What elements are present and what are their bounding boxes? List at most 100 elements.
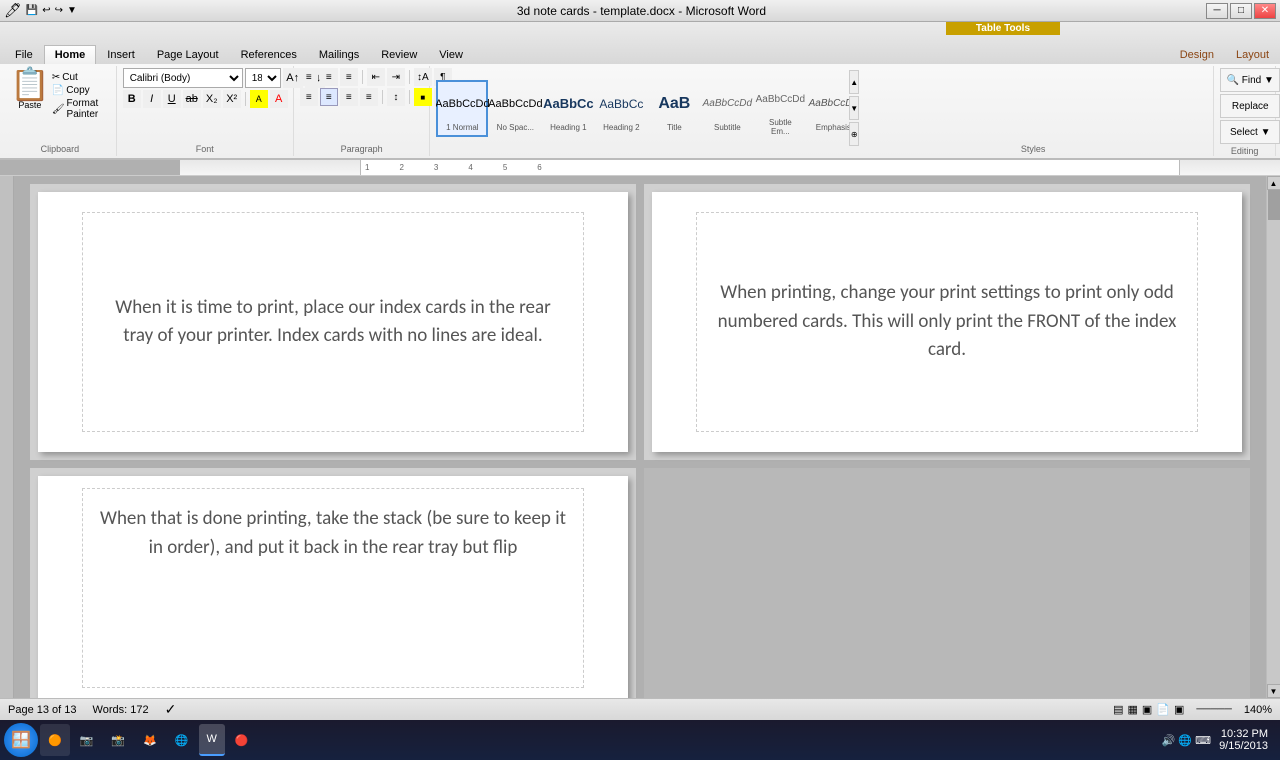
card-inner-2: When printing, change your print setting… bbox=[696, 212, 1198, 432]
view-full-screen[interactable]: ▦ bbox=[1128, 703, 1138, 716]
sort-button[interactable]: ↕A bbox=[414, 68, 432, 86]
text-highlight-button[interactable]: A bbox=[250, 90, 268, 108]
tab-insert[interactable]: Insert bbox=[96, 45, 146, 65]
replace-button[interactable]: Replace bbox=[1220, 94, 1280, 118]
view-web-layout[interactable]: ▣ bbox=[1142, 703, 1152, 716]
taskbar-photoshop[interactable]: 📸 bbox=[103, 724, 133, 756]
quick-access-redo[interactable]: ↪ bbox=[55, 5, 63, 16]
scroll-up-button[interactable]: ▲ bbox=[1267, 176, 1280, 190]
align-center[interactable]: ≡ bbox=[320, 88, 338, 106]
line-spacing[interactable]: ↕ bbox=[387, 88, 405, 106]
font-group: Calibri (Body) 18 A↑ A↓ B I U ab X₂ X² A… bbox=[117, 66, 294, 156]
ruler-scale: 123456 bbox=[360, 160, 1180, 175]
style-normal[interactable]: AaBbCcDd 1 Normal bbox=[436, 80, 488, 137]
taskbar-word[interactable]: W bbox=[199, 724, 225, 756]
styles-scroll-down[interactable]: ▼ bbox=[849, 96, 859, 120]
card-wrapper-2: When printing, change your print setting… bbox=[644, 184, 1250, 460]
taskbar-firefox[interactable]: 🦊 bbox=[135, 724, 165, 756]
font-color-button[interactable]: A bbox=[270, 90, 288, 108]
quick-access-save[interactable]: 💾 bbox=[26, 5, 38, 16]
scroll-down-button[interactable]: ▼ bbox=[1267, 684, 1280, 698]
paste-button[interactable]: 📋 Paste bbox=[10, 68, 50, 110]
status-bar: Page 13 of 13 Words: 172 ✓ ▤ ▦ ▣ 📄 ▣ ───… bbox=[0, 698, 1280, 720]
tab-references[interactable]: References bbox=[230, 45, 308, 65]
card-inner-1: When it is time to print, place our inde… bbox=[82, 212, 584, 432]
taskbar: 🪟 🟠 📷 📸 🦊 🌐 W 🔴 🔊 🌐 ⌨ 10:32 PM 9/15/2013 bbox=[0, 720, 1280, 760]
styles-group: AaBbCcDd 1 Normal AaBbCcDd No Spac... Aa… bbox=[430, 66, 1214, 156]
style-subtle-em[interactable]: AaBbCcDd Subtle Em... bbox=[754, 77, 806, 139]
format-painter-button[interactable]: 🖌 Format Painter bbox=[52, 98, 110, 120]
styles-scroll[interactable]: ▲ ▼ ⊕ bbox=[849, 68, 859, 148]
taskbar-vlc[interactable]: 🔴 bbox=[227, 724, 257, 756]
tab-file[interactable]: File bbox=[4, 45, 44, 65]
style-heading2[interactable]: AaBbCc Heading 2 bbox=[595, 82, 647, 135]
view-print-layout[interactable]: ▤ bbox=[1113, 703, 1123, 716]
close-button[interactable]: ✕ bbox=[1254, 3, 1276, 19]
taskbar-app-1[interactable]: 🟠 bbox=[40, 724, 70, 756]
decrease-indent[interactable]: ⇤ bbox=[367, 68, 385, 86]
underline-button[interactable]: U bbox=[163, 90, 181, 108]
taskbar-lightroom[interactable]: 📷 bbox=[72, 724, 102, 756]
cut-button[interactable]: ✂ Cut bbox=[52, 72, 110, 83]
index-card-1[interactable]: When it is time to print, place our inde… bbox=[38, 192, 628, 452]
title-bar: 🖊 💾 ↩ ↪ ▼ 3d note cards - template.docx … bbox=[0, 0, 1280, 22]
quick-access-dropdown[interactable]: ▼ bbox=[67, 5, 77, 16]
superscript-button[interactable]: X² bbox=[223, 90, 241, 108]
index-card-3[interactable]: When that is done printing, take the sta… bbox=[38, 476, 628, 698]
system-tray: 🔊 🌐 ⌨ 10:32 PM 9/15/2013 bbox=[1162, 728, 1276, 752]
style-heading1[interactable]: AaBbCc Heading 1 bbox=[542, 82, 594, 135]
view-draft[interactable]: ▣ bbox=[1174, 703, 1184, 716]
tab-home[interactable]: Home bbox=[44, 45, 97, 65]
table-tools-label: Table Tools bbox=[946, 22, 1060, 35]
ribbon: 📋 Paste ✂ Cut 📄 Copy 🖌 Format Painter Cl… bbox=[0, 64, 1280, 160]
find-button[interactable]: 🔍 Find ▼ bbox=[1220, 68, 1280, 92]
v-scrollbar[interactable]: ▲ ▼ bbox=[1266, 176, 1280, 698]
window-title: 3d note cards - template.docx - Microsof… bbox=[77, 4, 1206, 18]
bullets-button[interactable]: ≡ bbox=[300, 68, 318, 86]
font-name-select[interactable]: Calibri (Body) bbox=[123, 68, 243, 88]
index-card-2[interactable]: When printing, change your print setting… bbox=[652, 192, 1242, 452]
style-emphasis[interactable]: AaBbCcDd Emphasis bbox=[807, 82, 849, 135]
styles-scroll-up[interactable]: ▲ bbox=[849, 70, 859, 94]
tab-layout[interactable]: Layout bbox=[1225, 45, 1280, 65]
card-text-1: When it is time to print, place our inde… bbox=[99, 294, 567, 351]
strikethrough-button[interactable]: ab bbox=[183, 90, 201, 108]
taskbar-chrome[interactable]: 🌐 bbox=[167, 724, 197, 756]
shading-button[interactable]: ■ bbox=[414, 88, 432, 106]
tab-review[interactable]: Review bbox=[370, 45, 428, 65]
style-no-space[interactable]: AaBbCcDd No Spac... bbox=[489, 82, 541, 135]
align-right[interactable]: ≡ bbox=[340, 88, 358, 106]
numbering-button[interactable]: ≡ bbox=[320, 68, 338, 86]
card-wrapper-1: When it is time to print, place our inde… bbox=[30, 184, 636, 460]
styles-more[interactable]: ⊕ bbox=[849, 122, 859, 146]
tray-icons: 🔊 🌐 ⌨ bbox=[1162, 734, 1211, 747]
spell-check-icon[interactable]: ✓ bbox=[165, 701, 177, 718]
justify[interactable]: ≡ bbox=[360, 88, 378, 106]
date: 9/15/2013 bbox=[1219, 740, 1268, 752]
increase-indent[interactable]: ⇥ bbox=[387, 68, 405, 86]
tab-mailings[interactable]: Mailings bbox=[308, 45, 370, 65]
font-size-select[interactable]: 18 bbox=[245, 68, 281, 88]
copy-button[interactable]: 📄 Copy bbox=[52, 85, 110, 96]
scroll-thumb[interactable] bbox=[1268, 190, 1280, 220]
align-left[interactable]: ≡ bbox=[300, 88, 318, 106]
italic-button[interactable]: I bbox=[143, 90, 161, 108]
multilevel-button[interactable]: ≡ bbox=[340, 68, 358, 86]
style-title[interactable]: AaB Title bbox=[648, 82, 700, 135]
style-subtitle[interactable]: AaBbCcDd Subtitle bbox=[701, 82, 753, 135]
minimize-button[interactable]: ─ bbox=[1206, 3, 1228, 19]
quick-access-undo[interactable]: ↩ bbox=[42, 5, 50, 16]
document-area: When it is time to print, place our inde… bbox=[14, 176, 1266, 698]
subscript-button[interactable]: X₂ bbox=[203, 90, 221, 108]
start-button[interactable]: 🪟 bbox=[4, 723, 38, 757]
select-button[interactable]: Select ▼ bbox=[1220, 120, 1280, 144]
bold-button[interactable]: B bbox=[123, 90, 141, 108]
view-outline[interactable]: 📄 bbox=[1156, 703, 1170, 716]
tab-design[interactable]: Design bbox=[1169, 45, 1225, 65]
clipboard-group: 📋 Paste ✂ Cut 📄 Copy 🖌 Format Painter Cl… bbox=[4, 66, 117, 156]
tab-page-layout[interactable]: Page Layout bbox=[146, 45, 230, 65]
card-text-3: When that is done printing, take the sta… bbox=[99, 505, 567, 562]
tab-view[interactable]: View bbox=[428, 45, 474, 65]
maximize-button[interactable]: □ bbox=[1230, 3, 1252, 19]
clock: 10:32 PM 9/15/2013 bbox=[1219, 728, 1268, 752]
